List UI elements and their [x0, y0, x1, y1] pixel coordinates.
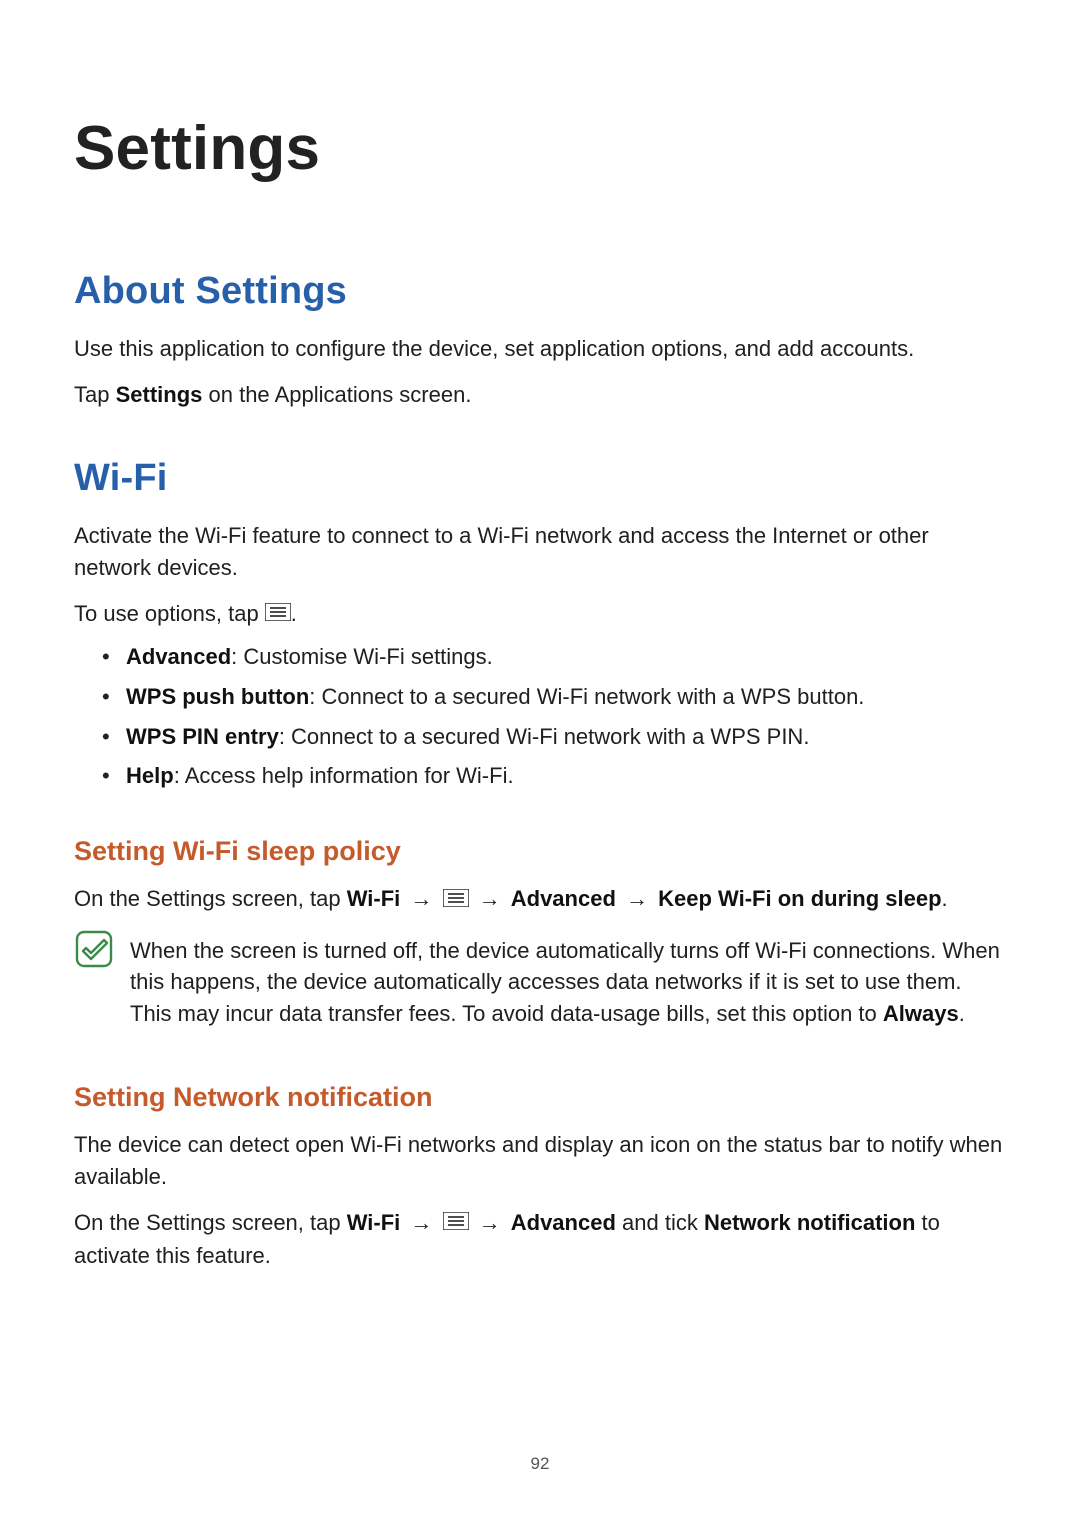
text-fragment: . — [959, 1001, 965, 1026]
note-icon — [74, 929, 114, 978]
list-item: Advanced: Customise Wi-Fi settings. — [102, 641, 1006, 673]
page-content: Settings About Settings Use this applica… — [0, 0, 1080, 1272]
menu-icon — [443, 884, 469, 916]
option-label: WPS push button — [126, 684, 309, 709]
note-text: When the screen is turned off, the devic… — [130, 935, 1006, 1031]
arrow-icon: → — [404, 1210, 438, 1235]
text-fragment: To use options, tap — [74, 601, 265, 626]
bold-advanced: Advanced — [511, 1210, 616, 1235]
netnotif-paragraph-1: The device can detect open Wi-Fi network… — [74, 1129, 1006, 1193]
subsection-heading-sleep-policy: Setting Wi-Fi sleep policy — [74, 832, 1006, 871]
arrow-icon: → — [620, 886, 654, 911]
list-item: Help: Access help information for Wi-Fi. — [102, 760, 1006, 792]
option-label: Help — [126, 763, 174, 788]
bold-wifi: Wi-Fi — [347, 1210, 401, 1235]
bold-keep-wifi-on: Keep Wi-Fi on during sleep — [658, 886, 941, 911]
option-desc: : Connect to a secured Wi-Fi network wit… — [309, 684, 864, 709]
list-item: WPS push button: Connect to a secured Wi… — [102, 681, 1006, 713]
option-desc: : Connect to a secured Wi-Fi network wit… — [279, 724, 810, 749]
text-fragment: and tick — [616, 1210, 704, 1235]
bold-network-notification: Network notification — [704, 1210, 915, 1235]
menu-icon — [265, 598, 291, 630]
wifi-intro: Activate the Wi-Fi feature to connect to… — [74, 520, 1006, 584]
option-desc: : Access help information for Wi-Fi. — [174, 763, 514, 788]
list-item: WPS PIN entry: Connect to a secured Wi-F… — [102, 721, 1006, 753]
text-fragment: . — [291, 601, 297, 626]
option-label: Advanced — [126, 644, 231, 669]
sleep-policy-path: On the Settings screen, tap Wi-Fi → → Ad… — [74, 883, 1006, 916]
option-label: WPS PIN entry — [126, 724, 279, 749]
text-fragment: Tap — [74, 382, 116, 407]
subsection-heading-network-notification: Setting Network notification — [74, 1078, 1006, 1117]
text-fragment: . — [942, 886, 948, 911]
note-block: When the screen is turned off, the devic… — [74, 927, 1006, 1039]
wifi-options-list: Advanced: Customise Wi-Fi settings. WPS … — [102, 641, 1006, 793]
bold-wifi: Wi-Fi — [347, 886, 401, 911]
bold-always: Always — [883, 1001, 959, 1026]
text-fragment: on the Applications screen. — [202, 382, 471, 407]
arrow-icon: → — [404, 886, 438, 911]
arrow-icon: → — [473, 1210, 507, 1235]
arrow-icon: → — [473, 886, 507, 911]
section-heading-about: About Settings — [74, 264, 1006, 319]
text-fragment: When the screen is turned off, the devic… — [130, 938, 1000, 1027]
option-desc: : Customise Wi-Fi settings. — [231, 644, 493, 669]
text-fragment: On the Settings screen, tap — [74, 1210, 347, 1235]
wifi-options-lead: To use options, tap . — [74, 598, 1006, 631]
about-paragraph-1: Use this application to configure the de… — [74, 333, 1006, 365]
section-heading-wifi: Wi-Fi — [74, 451, 1006, 506]
page-number: 92 — [0, 1452, 1080, 1477]
menu-icon — [443, 1207, 469, 1239]
page-title: Settings — [74, 104, 1006, 194]
text-fragment: On the Settings screen, tap — [74, 886, 347, 911]
netnotif-path: On the Settings screen, tap Wi-Fi → → Ad… — [74, 1207, 1006, 1272]
bold-settings: Settings — [116, 382, 203, 407]
bold-advanced: Advanced — [511, 886, 616, 911]
about-paragraph-2: Tap Settings on the Applications screen. — [74, 379, 1006, 411]
